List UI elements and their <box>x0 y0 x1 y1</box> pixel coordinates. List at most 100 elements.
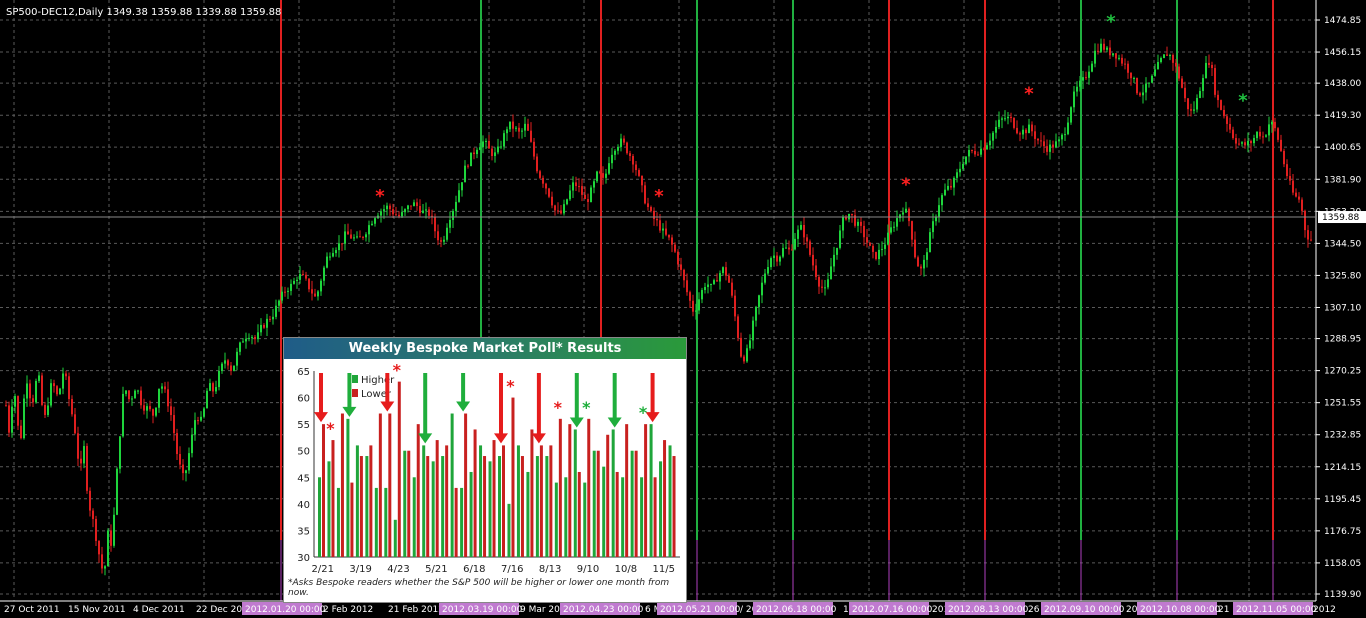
candle-body <box>827 279 829 288</box>
candle-body <box>1175 62 1177 67</box>
candle-body <box>971 150 973 152</box>
candle-body <box>1130 72 1132 79</box>
candle-body <box>140 390 142 406</box>
candle-body <box>1172 55 1174 63</box>
candle-body <box>734 295 736 317</box>
candle-body <box>500 146 502 148</box>
candle-body <box>428 209 430 216</box>
candle-body <box>167 389 169 407</box>
time-tick-label: 20 <box>1126 605 1138 615</box>
candle-body <box>1052 144 1054 148</box>
candle-body <box>398 214 400 217</box>
candle-body <box>440 240 442 242</box>
candle-body <box>191 434 193 454</box>
poll-bar-higher <box>535 456 539 557</box>
candle-body <box>752 320 754 341</box>
candle-body <box>1286 164 1288 177</box>
candle-body <box>1136 77 1138 94</box>
candle-body <box>761 282 763 296</box>
candle-body <box>239 342 241 352</box>
poll-bar-lower <box>625 424 629 557</box>
candle-body <box>1076 86 1078 92</box>
candle-body <box>185 470 187 474</box>
poll-bar-lower <box>331 440 335 557</box>
poll-bar-higher <box>479 445 483 557</box>
candle-body <box>1022 129 1024 135</box>
candle-body <box>509 121 511 130</box>
poll-arrow-head <box>342 406 357 417</box>
candle-body <box>1037 138 1039 141</box>
candle-body <box>980 148 982 155</box>
candle-body <box>188 453 190 471</box>
candle-body <box>1082 77 1084 81</box>
candle-body <box>1079 80 1081 87</box>
price-tick-label: 1400.65 <box>1324 143 1361 153</box>
candle-body <box>1220 100 1222 110</box>
candle-body <box>1253 138 1255 144</box>
poll-bar-lower <box>587 418 591 557</box>
candle-body <box>530 130 532 142</box>
candle-body <box>605 173 607 178</box>
candle-body <box>1289 176 1291 181</box>
poll-bar-lower <box>464 413 468 557</box>
candle-body <box>65 373 67 377</box>
candle-body <box>890 227 892 233</box>
candle-body <box>1295 192 1297 197</box>
candle-body <box>452 210 454 220</box>
candle-body <box>335 250 337 254</box>
candle-body <box>8 405 10 433</box>
candle-body <box>812 254 814 266</box>
candle-body <box>596 171 598 182</box>
candle-body <box>458 190 460 202</box>
candle-body <box>557 210 559 212</box>
candle-body <box>134 390 136 399</box>
candle-body <box>1025 129 1027 134</box>
candle-body <box>1148 82 1150 84</box>
candle-body <box>410 205 412 207</box>
poll-arrow-head <box>607 417 622 428</box>
candle-body <box>1232 129 1234 139</box>
candle-body <box>101 554 103 569</box>
candle-body <box>746 348 748 362</box>
candle-body <box>833 254 835 267</box>
candle-body <box>617 146 619 151</box>
candle-body <box>743 356 745 362</box>
candle-body <box>1133 77 1135 79</box>
candle-body <box>488 140 490 149</box>
event-date-label: 2012.06.18 00:00 <box>756 605 837 615</box>
legend-swatch-higher <box>352 375 358 383</box>
candle-body <box>104 566 106 569</box>
candle-body <box>809 241 811 255</box>
time-tick-label: 2012 <box>1313 605 1336 615</box>
candle-body <box>284 291 286 293</box>
candle-body <box>689 292 691 301</box>
candle-body <box>353 237 355 239</box>
candle-body <box>974 150 976 155</box>
candle-body <box>194 420 196 435</box>
poll-asterisk: * <box>393 361 402 380</box>
candle-body <box>797 229 799 239</box>
poll-y-tick-label: 30 <box>297 553 310 564</box>
poll-x-tick-label: 6/18 <box>463 564 485 575</box>
candle-body <box>608 163 610 174</box>
candle-body <box>323 267 325 281</box>
candle-body <box>251 336 253 338</box>
poll-y-tick-label: 55 <box>297 420 310 431</box>
event-date-label: 2012.04.23 00:00 <box>563 605 644 615</box>
candle-body <box>851 213 853 216</box>
candle-body <box>329 256 331 258</box>
price-tick-label: 1251.55 <box>1324 399 1361 409</box>
candle-body <box>602 173 604 178</box>
candle-body <box>80 458 82 464</box>
candle-body <box>395 214 397 216</box>
signal-asterisk: * <box>1024 83 1034 104</box>
candle-body <box>1256 131 1258 139</box>
candle-body <box>575 182 577 187</box>
candle-body <box>476 149 478 155</box>
candle-body <box>41 375 43 405</box>
candle-body <box>1127 63 1129 73</box>
candle-body <box>344 231 346 244</box>
candle-body <box>962 163 964 169</box>
candle-body <box>539 171 541 178</box>
candle-body <box>779 256 781 262</box>
